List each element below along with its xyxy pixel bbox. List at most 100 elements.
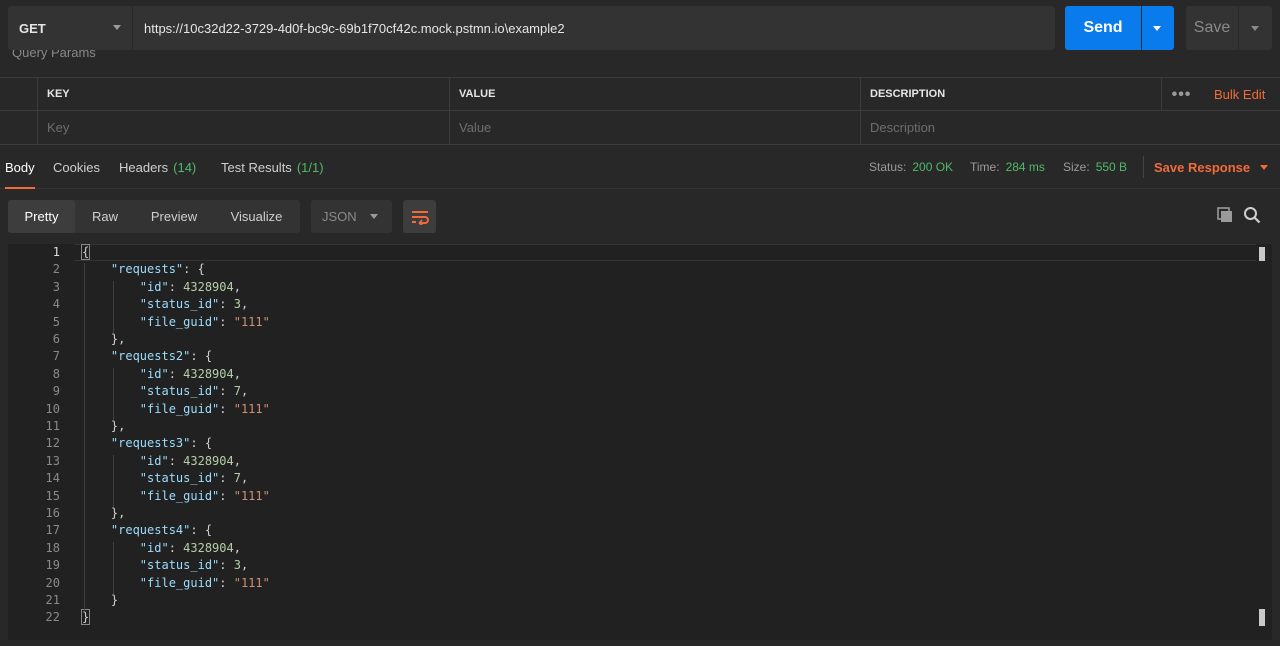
- line-number: 19: [45, 558, 60, 573]
- code-line: 6 },: [8, 331, 1272, 348]
- param-description-input[interactable]: Description: [860, 111, 1280, 144]
- method-select[interactable]: GET: [8, 6, 132, 50]
- code-line: 10 "file_guid": "111": [8, 401, 1272, 418]
- line-number: 8: [52, 366, 60, 381]
- chevron-down-icon: [1260, 164, 1269, 170]
- response-tabs: Body Cookies Headers (14) Test Results (…: [0, 146, 1280, 189]
- params-header-row: KEY VALUE DESCRIPTION ••• Bulk Edit: [0, 78, 1280, 111]
- more-options-icon[interactable]: •••: [1161, 78, 1201, 111]
- param-value-input[interactable]: Value: [449, 111, 860, 144]
- url-input[interactable]: https://10c32d22-3729-4d0f-bc9c-69b1f70c…: [133, 6, 1055, 50]
- code-token: :: [219, 558, 234, 573]
- code-line: 3 "id": 4328904,: [8, 279, 1272, 296]
- send-options-button[interactable]: [1142, 6, 1174, 50]
- copy-icon[interactable]: [1216, 206, 1234, 224]
- params-row-check: [0, 111, 37, 144]
- method-label: GET: [19, 20, 46, 36]
- pretty-button[interactable]: Pretty: [8, 200, 75, 233]
- code-line: 15 "file_guid": "111": [8, 488, 1272, 505]
- code-token: "file_guid": [139, 401, 220, 416]
- code-token: }: [80, 609, 91, 626]
- params-check-header: [0, 78, 37, 110]
- code-token: :: [168, 453, 184, 468]
- divider: [1143, 156, 1144, 178]
- code-token: :: [219, 384, 234, 399]
- language-select[interactable]: JSON: [311, 200, 392, 233]
- code-token: ,: [240, 471, 249, 486]
- code-line: 2 "requests": {: [8, 261, 1272, 278]
- code-token: 3: [233, 558, 241, 573]
- code-line: 7 "requests2": {: [8, 348, 1272, 365]
- send-button[interactable]: Send: [1065, 6, 1141, 50]
- code-token: "111": [233, 488, 270, 503]
- preview-button[interactable]: Preview: [135, 200, 213, 233]
- save-button[interactable]: Save: [1186, 6, 1238, 50]
- code-token: ,: [233, 279, 241, 294]
- code-text: }: [80, 609, 91, 626]
- status-info: Status: 200 OK: [869, 160, 954, 174]
- code-token: "file_guid": [139, 314, 220, 329]
- code-text: "id": 4328904,: [82, 540, 241, 557]
- wrap-lines-button[interactable]: [403, 200, 436, 233]
- code-token: }: [82, 593, 119, 607]
- search-icon[interactable]: [1243, 206, 1261, 224]
- bulk-edit-link[interactable]: Bulk Edit: [1214, 78, 1265, 111]
- code-text: },: [82, 418, 125, 435]
- code-token: : {: [190, 436, 213, 451]
- save-response-button[interactable]: Save Response: [1154, 146, 1269, 188]
- code-text: "status_id": 3,: [82, 296, 248, 313]
- param-key-input[interactable]: Key: [37, 111, 449, 144]
- code-line: 1{: [8, 244, 1272, 261]
- line-number: 18: [45, 540, 60, 555]
- code-token: "status_id": [139, 558, 220, 573]
- visualize-button[interactable]: Visualize: [213, 200, 300, 233]
- save-options-button[interactable]: [1239, 6, 1272, 50]
- code-token: "id": [139, 540, 169, 555]
- line-number: 9: [52, 384, 60, 399]
- code-line: 11 },: [8, 418, 1272, 435]
- scrollbar-thumb[interactable]: [1259, 247, 1265, 261]
- code-token: "requests2": [110, 349, 191, 364]
- response-body-editor[interactable]: 1{2 "requests": {3 "id": 4328904, 4 "stat…: [8, 244, 1272, 640]
- size-info: Size: 550 B: [1063, 160, 1128, 174]
- code-text: "requests": {: [82, 261, 205, 278]
- code-line: 5 "file_guid": "111": [8, 314, 1272, 331]
- line-number: 21: [45, 593, 60, 607]
- time-value: 284 ms: [1005, 160, 1045, 174]
- code-token: 4328904: [183, 279, 234, 294]
- line-number: 16: [45, 506, 60, 520]
- code-text: "status_id": 7,: [82, 470, 248, 487]
- line-number: 22: [45, 610, 60, 625]
- code-token: 7: [233, 384, 241, 399]
- indent-guide: [112, 367, 114, 420]
- tab-headers[interactable]: Headers (14): [119, 146, 196, 188]
- code-text: }: [82, 592, 118, 609]
- code-token: "status_id": [139, 384, 220, 399]
- code-token: : {: [183, 262, 205, 277]
- chevron-down-icon: [113, 25, 121, 30]
- code-token: "status_id": [139, 297, 220, 312]
- line-number: 2: [52, 262, 60, 277]
- tab-cookies[interactable]: Cookies: [53, 146, 100, 188]
- tab-test-results[interactable]: Test Results (1/1): [221, 146, 324, 188]
- code-line: 9 "status_id": 7,: [8, 383, 1272, 400]
- code-line: 16 },: [8, 505, 1272, 522]
- tab-body[interactable]: Body: [5, 146, 35, 189]
- wrap-lines-icon: [411, 210, 429, 225]
- code-text: "requests4": {: [82, 522, 212, 539]
- query-params-table: KEY VALUE DESCRIPTION ••• Bulk Edit Key …: [0, 77, 1280, 145]
- code-token: :: [219, 471, 234, 486]
- line-number: 12: [45, 436, 60, 451]
- code-text: "requests3": {: [82, 435, 212, 452]
- code-token: "status_id": [139, 471, 220, 486]
- scrollbar-thumb[interactable]: [1259, 609, 1265, 626]
- raw-button[interactable]: Raw: [75, 200, 135, 233]
